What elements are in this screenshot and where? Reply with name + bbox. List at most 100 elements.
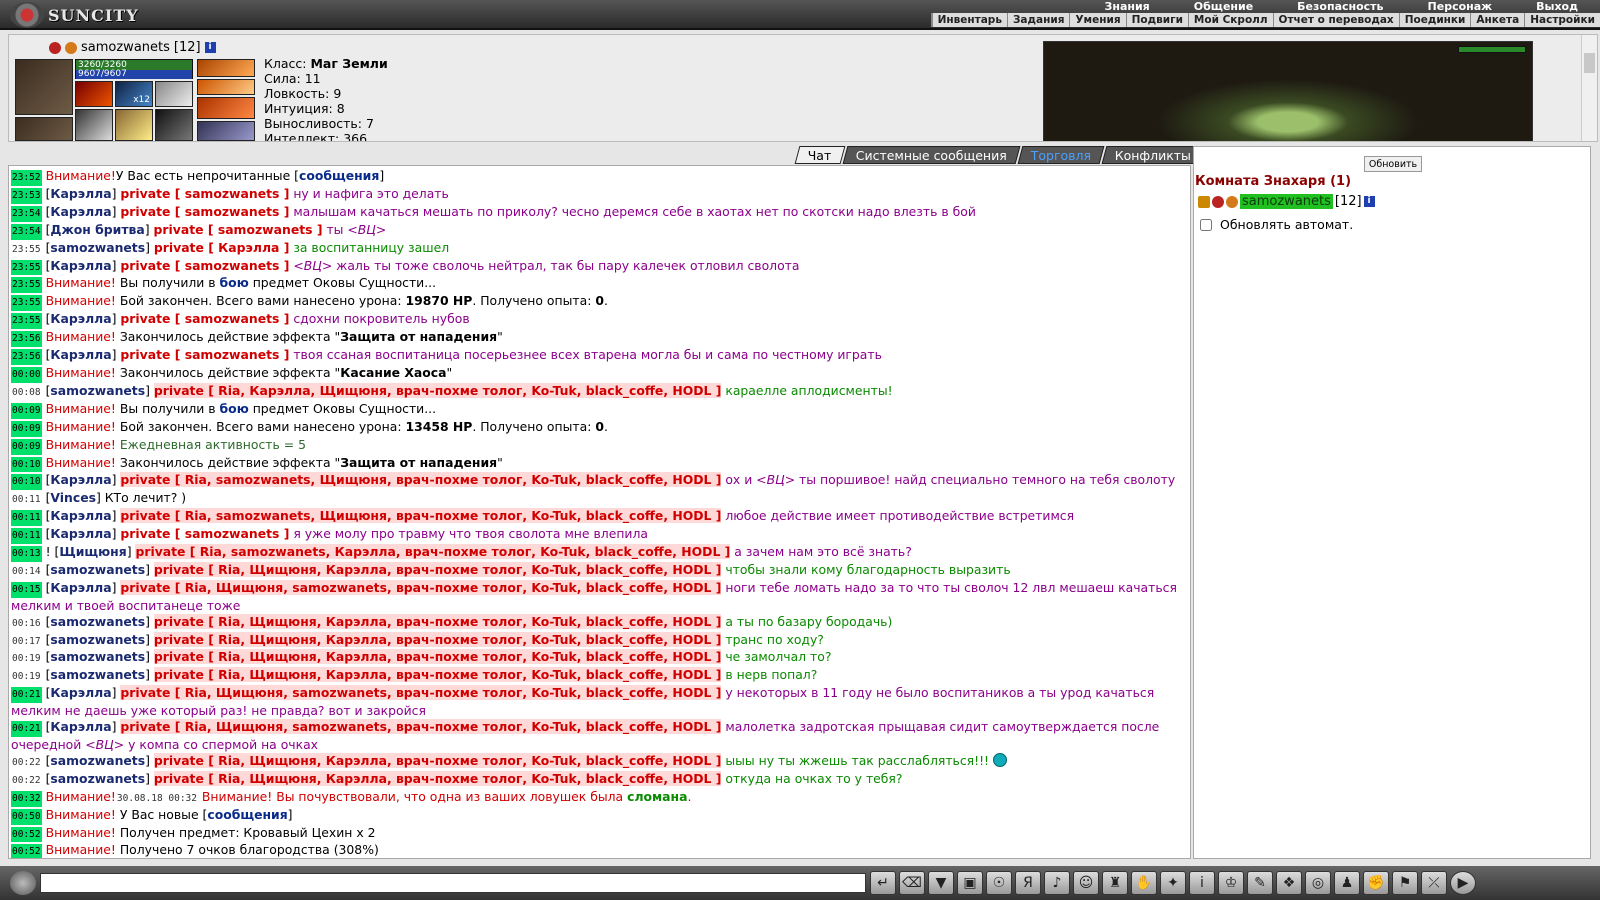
private-recipients[interactable]: private [ Ria, Щищюня, Карэлла, врач-пох… [153, 631, 722, 647]
message-timestamp[interactable]: 00:14 [11, 564, 42, 580]
private-recipients[interactable]: private [ samozwanets ] [120, 311, 289, 326]
message-timestamp[interactable]: 23:52 [11, 170, 42, 186]
scrollbar-thumb[interactable] [1584, 53, 1595, 73]
ring-slot-1[interactable] [197, 59, 255, 77]
map-icon[interactable]: ❖ [1276, 871, 1302, 895]
character-name[interactable]: samozwanets [81, 40, 170, 55]
message-timestamp[interactable]: 00:22 [11, 773, 42, 789]
armor-slot[interactable] [197, 121, 255, 141]
private-recipients[interactable]: private [ Ria, Щищюня, samozwanets, врач… [120, 579, 722, 595]
private-recipients[interactable]: private [ Ria, Щищюня, Карэлла, врач-пох… [153, 667, 722, 683]
exit-icon[interactable]: ⤫ [1421, 871, 1447, 895]
message-timestamp[interactable]: 00:11 [11, 492, 42, 508]
message-timestamp[interactable]: 00:17 [11, 634, 42, 650]
private-recipients[interactable]: private [ samozwanets ] [120, 526, 289, 541]
message-link[interactable]: бою [220, 401, 249, 416]
message-timestamp[interactable]: 23:55 [11, 313, 42, 330]
sender-nick[interactable]: samozwanets [50, 562, 145, 577]
helmet-icon[interactable]: ♜ [1102, 871, 1128, 895]
message-timestamp[interactable]: 23:56 [11, 349, 42, 365]
info-icon[interactable]: i [1189, 871, 1215, 895]
menu-skills[interactable]: Умения [1069, 13, 1125, 27]
message-timestamp[interactable]: 00:50 [11, 808, 42, 825]
message-timestamp[interactable]: 23:55 [11, 242, 42, 258]
private-recipients[interactable]: private [ samozwanets ] [120, 347, 289, 362]
private-recipients[interactable]: private [ Ria, Щищюня, samozwanets, врач… [120, 719, 722, 735]
menu-knowledge[interactable]: Знания [1083, 0, 1172, 13]
spell-slot-2[interactable]: x12 [115, 81, 153, 107]
sender-nick[interactable]: Карэлла [50, 580, 111, 595]
message-timestamp[interactable]: 00:09 [11, 420, 42, 437]
private-recipients[interactable]: private [ samozwanets ] [154, 222, 323, 237]
message-timestamp[interactable]: 00:00 [11, 366, 42, 383]
sender-nick[interactable]: samozwanets [50, 649, 145, 664]
message-timestamp[interactable]: 00:15 [11, 581, 42, 598]
message-timestamp[interactable]: 00:52 [11, 844, 42, 858]
private-recipients[interactable]: private [ Ria, Щищюня, Карэлла, врач-пох… [153, 613, 722, 629]
message-timestamp[interactable]: 23:55 [11, 259, 42, 276]
sender-nick[interactable]: Карэлла [50, 526, 111, 541]
sender-nick[interactable]: Карэлла [50, 311, 111, 326]
menu-my-scroll[interactable]: Мой Скролл [1187, 13, 1273, 27]
sender-nick[interactable]: Карэлла [50, 685, 111, 700]
menu-tasks[interactable]: Задания [1006, 13, 1069, 27]
private-recipients[interactable]: private [ Ria, Щищюня, Карэлла, врач-пох… [153, 561, 722, 577]
bag-icon[interactable]: ✋ [1131, 871, 1157, 895]
auto-refresh-checkbox[interactable] [1200, 218, 1212, 231]
private-recipients[interactable]: private [ Ria, Щищюня, Карэлла, врач-пох… [153, 770, 722, 786]
sender-nick[interactable]: samozwanets [50, 240, 145, 255]
auto-refresh[interactable]: Обновлять автомат. [1200, 217, 1353, 232]
tab-trade[interactable]: Торговля [1017, 146, 1105, 164]
sword-icon[interactable]: ✦ [1160, 871, 1186, 895]
sender-nick[interactable]: samozwanets [50, 614, 145, 629]
message-input[interactable] [40, 873, 866, 893]
private-recipients[interactable]: private [ samozwanets ] [120, 186, 289, 201]
spell-slot-5[interactable] [115, 109, 153, 141]
message-link[interactable]: сообщения [207, 807, 287, 822]
send-icon[interactable]: ↵ [870, 871, 896, 895]
refresh-button[interactable]: Обновить [1364, 156, 1422, 172]
message-link[interactable]: бою [220, 275, 249, 290]
message-timestamp[interactable]: 23:54 [11, 205, 42, 222]
message-timestamp[interactable]: 00:21 [11, 721, 42, 737]
sender-nick[interactable]: Карэлла [50, 508, 111, 523]
info-icon[interactable]: i [204, 42, 216, 53]
message-timestamp[interactable]: 23:56 [11, 331, 42, 348]
smile-icon[interactable]: ☺ [1073, 871, 1099, 895]
lion-icon[interactable]: ♔ [1218, 871, 1244, 895]
message-timestamp[interactable]: 00:52 [11, 826, 42, 843]
message-timestamp[interactable]: 00:08 [11, 385, 42, 401]
menu-achievements[interactable]: Подвиги [1125, 13, 1188, 27]
ring-slot-2[interactable] [197, 79, 255, 95]
private-recipients[interactable]: private [ Ria, samozwanets, Щищюня, врач… [120, 508, 722, 524]
sender-nick[interactable]: samozwanets [50, 632, 145, 647]
message-timestamp[interactable]: 00:19 [11, 669, 42, 685]
sender-nick[interactable]: Карэлла [50, 719, 111, 734]
message-timestamp[interactable]: 00:11 [11, 510, 42, 527]
ring-slot-3[interactable] [197, 97, 255, 119]
spell-slot-6[interactable] [155, 109, 193, 141]
menu-duels[interactable]: Поединки [1398, 13, 1471, 27]
private-recipients[interactable]: private [ Ria, samozwanets, Щищюня, врач… [120, 472, 722, 488]
filter-icon[interactable]: ▼ [928, 871, 954, 895]
chat-log[interactable]: 23:52 Внимание!У Вас есть непрочитанные … [8, 165, 1191, 859]
spell-slot-3[interactable] [155, 81, 193, 107]
helmet-slot[interactable] [15, 59, 73, 115]
spell-slot-1[interactable] [75, 81, 113, 107]
sender-nick[interactable]: samozwanets [50, 771, 145, 786]
tab-system-messages[interactable]: Системные сообщения [842, 146, 1020, 164]
spell-slot-4[interactable] [75, 109, 113, 141]
chat-options-icon[interactable] [10, 871, 36, 895]
message-timestamp[interactable]: 00:09 [11, 438, 42, 455]
private-recipients[interactable]: private [ Ria, Щищюня, samozwanets, врач… [120, 685, 722, 701]
private-recipients[interactable]: private [ samozwanets ] [120, 204, 289, 219]
sender-nick[interactable]: Карэлла [50, 258, 111, 273]
message-link[interactable]: сообщения [299, 168, 379, 183]
message-timestamp[interactable]: 00:32 [11, 790, 42, 807]
menu-exit[interactable]: Выход [1514, 0, 1600, 13]
sender-nick[interactable]: samozwanets [50, 383, 145, 398]
fist-icon[interactable]: ✊ [1363, 871, 1389, 895]
menu-settings[interactable]: Настройки [1524, 13, 1600, 27]
message-timestamp[interactable]: 00:09 [11, 402, 42, 419]
message-timestamp[interactable]: 00:19 [11, 651, 42, 667]
